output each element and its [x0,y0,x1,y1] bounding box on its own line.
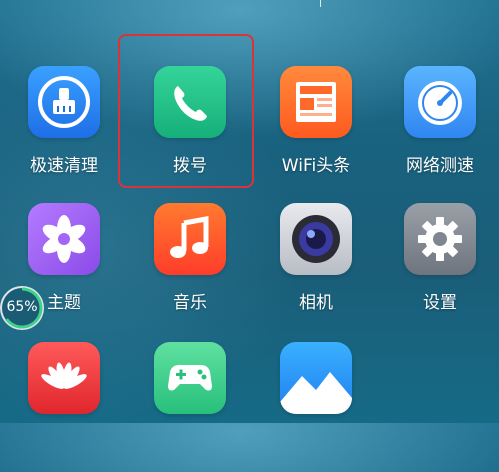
app-camera[interactable]: 相机 [256,203,376,333]
camera-lens-icon [280,203,352,275]
game-controller-icon [154,342,226,414]
gear-icon [404,203,476,275]
app-network-speed[interactable]: 网络测速 [380,66,499,196]
memory-badge[interactable]: 65% [0,286,44,330]
app-music[interactable]: 音乐 [130,203,250,333]
pinwheel-icon [28,203,100,275]
speed-gauge-icon [404,66,476,138]
app-settings[interactable]: 设置 [380,203,499,333]
app-huawei[interactable] [4,342,124,472]
news-icon [280,66,352,138]
music-note-icon [154,203,226,275]
app-label: 相机 [299,293,333,313]
broom-clean-icon [28,66,100,138]
huawei-logo-icon [28,342,100,414]
status-bar-divider [320,0,321,7]
app-label: 极速清理 [30,156,98,176]
app-label: 音乐 [173,293,207,313]
app-label: 网络测速 [406,156,474,176]
app-speed-clean[interactable]: 极速清理 [4,66,124,196]
app-wifi-news[interactable]: WiFi头条 [256,66,376,196]
app-label: WiFi头条 [281,156,351,176]
app-gallery[interactable] [256,342,376,472]
app-game-center[interactable] [130,342,250,472]
memory-percent: 65% [6,299,38,315]
gallery-icon [280,342,352,414]
highlight-box [118,34,254,188]
app-label: 设置 [423,293,457,313]
